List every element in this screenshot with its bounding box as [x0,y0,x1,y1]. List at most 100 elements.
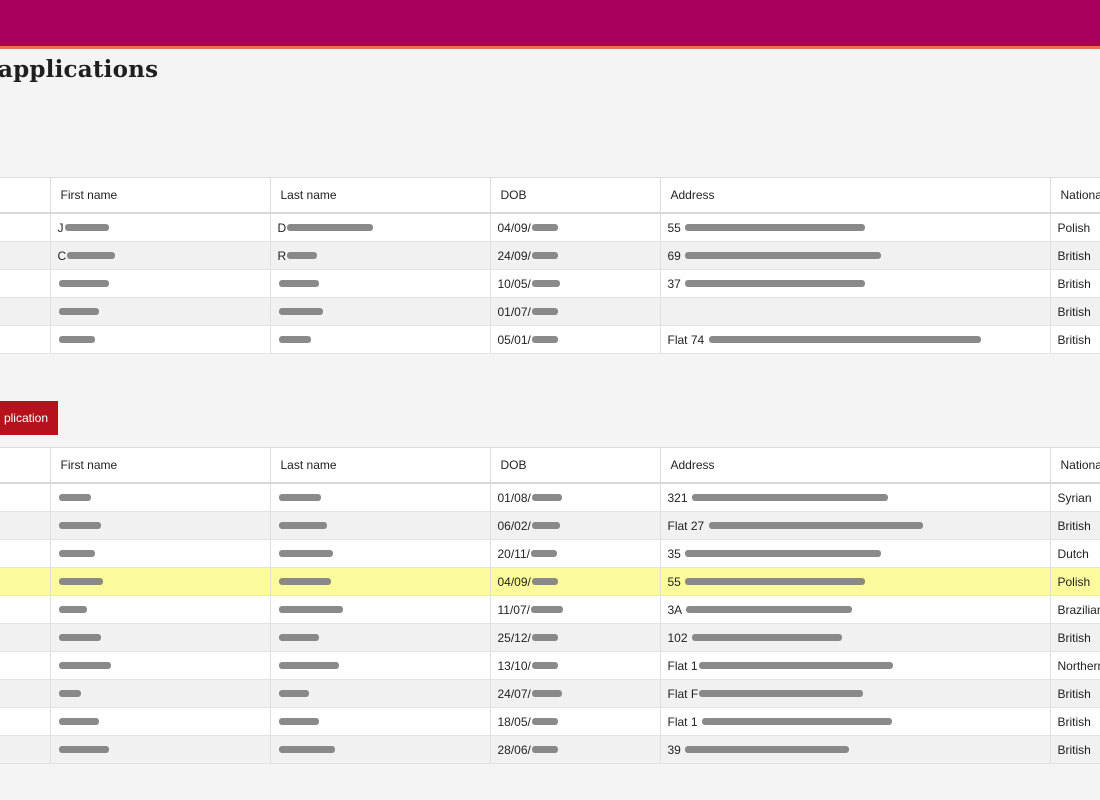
redaction-mark [531,634,558,642]
table-row[interactable]: 11/07/3A Brazilian [0,595,1100,624]
table-row[interactable]: 20/11/35 Dutch [0,539,1100,568]
address-cell: Flat 1 [660,707,1051,736]
first-name-cell-text: J [57,220,64,235]
table-row[interactable]: 18/05/Flat 1 British [0,707,1100,736]
nationality-header[interactable]: Nationa [1050,177,1100,214]
select-cell [0,651,51,680]
last-name-cell-text: R [277,248,287,263]
redaction-mark [530,550,557,558]
redaction-mark [278,280,319,288]
dob-cell: 04/09/ [490,567,661,596]
first-name-cell [50,567,271,596]
dob-cell: 24/07/ [490,679,661,708]
address-cell-text: 3A [667,602,685,617]
dob-cell: 20/11/ [490,539,661,568]
redaction-mark [531,662,558,670]
address-cell-text: 55 [667,574,685,589]
redaction-mark [531,746,558,754]
nationality-cell: Northern [1050,651,1100,680]
dob-cell-text: 13/10/ [497,658,531,673]
dob-header[interactable]: DOB [490,177,661,214]
address-cell: 55 [660,213,1051,242]
first-name-header[interactable]: First name [50,177,271,214]
redaction-mark [278,634,319,642]
table-row[interactable]: 05/01/Flat 74 British [0,325,1100,354]
table-row[interactable]: 01/07/British [0,297,1100,326]
select-column-header [0,447,51,484]
address-cell: 102 [660,623,1051,652]
dob-cell-text: 01/07/ [497,304,531,319]
last-name-cell [270,297,491,326]
dob-cell: 05/01/ [490,325,661,354]
redaction-mark [278,494,321,502]
nationality-cell-text: British [1057,332,1091,347]
redaction-mark [58,634,101,642]
select-cell [0,595,51,624]
address-header[interactable]: Address [660,447,1051,484]
table-row[interactable]: 24/07/Flat F British [0,679,1100,708]
nationality-cell: Dutch [1050,539,1100,568]
select-column-header [0,177,51,214]
redaction-mark [685,224,866,232]
redaction-mark [58,606,87,614]
address-cell: 3A [660,595,1051,624]
table-row[interactable]: 06/02/Flat 27 British [0,511,1100,540]
first-name-cell [50,297,271,326]
redaction-mark [278,606,343,614]
select-cell [0,539,51,568]
first-name-cell [50,707,271,736]
new-application-button[interactable]: plication [0,401,58,435]
nationality-cell: British [1050,325,1100,354]
dob-cell-text: 10/05/ [497,276,531,291]
redaction-mark [278,690,309,698]
table-row[interactable]: 25/12/102 British [0,623,1100,652]
redaction-mark [58,746,109,754]
dob-cell: 28/06/ [490,735,661,764]
table-row[interactable]: J D 04/09/55 Polish [0,213,1100,242]
nationality-cell-text: British [1057,248,1091,263]
redaction-mark [67,252,116,260]
nationality-cell: Polish [1050,213,1100,242]
redaction-mark [64,224,109,232]
redaction-mark [531,224,558,232]
dob-cell-text: 18/05/ [497,714,531,729]
dob-header[interactable]: DOB [490,447,661,484]
table-row[interactable]: 10/05/37 British [0,269,1100,298]
last-name-cell [270,707,491,736]
last-name-cell: D [270,213,491,242]
first-name-cell: J [50,213,271,242]
redaction-mark [278,662,339,670]
address-cell-text: 37 [667,276,685,291]
table-row[interactable]: 28/06/39 British [0,735,1100,764]
address-cell: 69 [660,241,1051,270]
first-name-cell [50,595,271,624]
dob-cell-text: 05/01/ [497,332,531,347]
address-cell-text: 321 [667,490,691,505]
dob-cell-text: 06/02/ [497,518,531,533]
first-name-header[interactable]: First name [50,447,271,484]
table-row[interactable]: 01/08/321 Syrian [0,483,1100,512]
last-name-header[interactable]: Last name [270,177,491,214]
redaction-mark [58,308,99,316]
table-row[interactable]: 13/10/Flat 1 Northern [0,651,1100,680]
last-name-cell [270,623,491,652]
table-row[interactable]: C R 24/09/69 British [0,241,1100,270]
nationality-header[interactable]: Nationa [1050,447,1100,484]
address-cell: Flat 1 [660,651,1051,680]
address-cell: Flat F [660,679,1051,708]
redaction-mark [278,336,311,344]
nationality-cell-text: British [1057,686,1091,701]
last-name-cell: R [270,241,491,270]
redaction-mark [58,280,109,288]
address-header[interactable]: Address [660,177,1051,214]
dob-cell-text: 04/09/ [497,574,531,589]
dob-cell: 06/02/ [490,511,661,540]
address-cell-text: Flat 27 [667,518,708,533]
select-cell [0,483,51,512]
last-name-cell [270,735,491,764]
table-row[interactable]: 04/09/55 Polish [0,567,1100,596]
address-cell: Flat 27 [660,511,1051,540]
nationality-cell-text: British [1057,714,1091,729]
nationality-cell: British [1050,735,1100,764]
last-name-header[interactable]: Last name [270,447,491,484]
